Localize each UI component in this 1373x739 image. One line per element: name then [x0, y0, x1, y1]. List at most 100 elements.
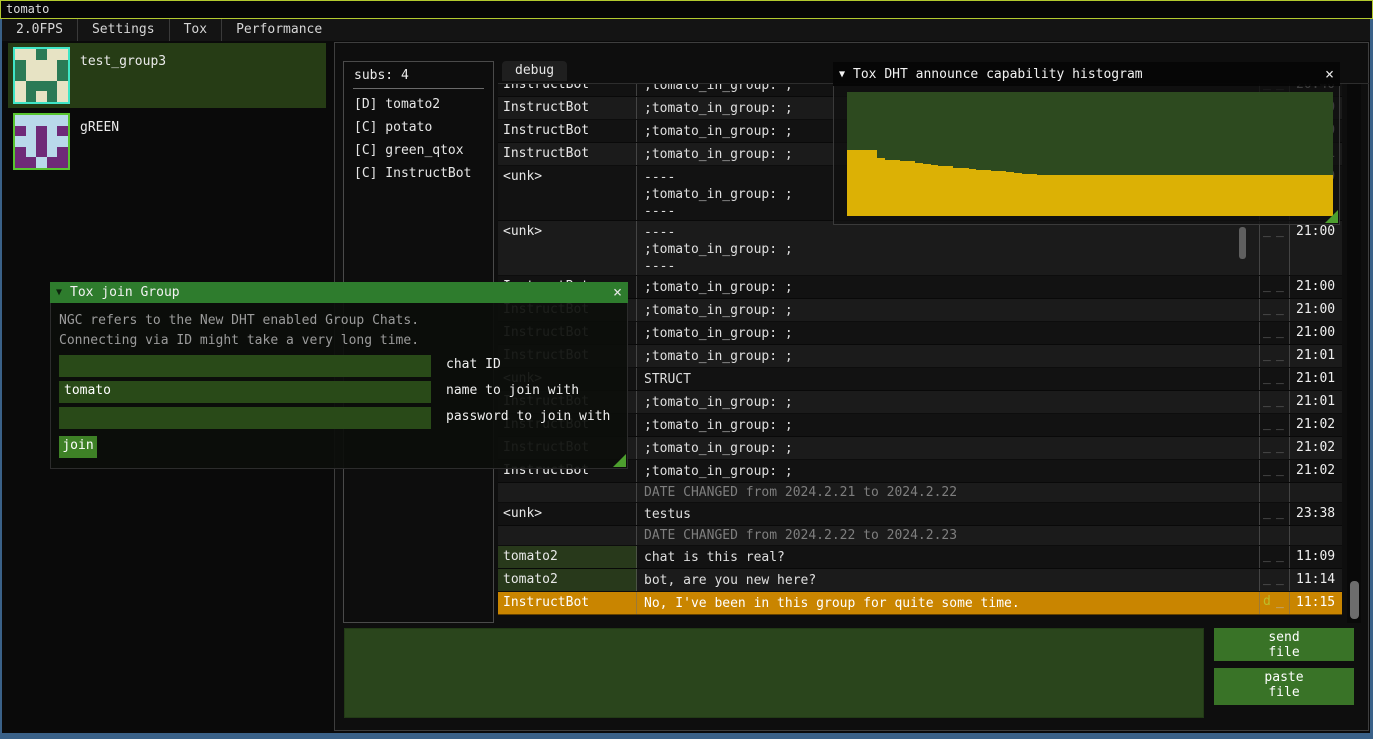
message-flag: _: [1263, 548, 1276, 563]
resize-grip-icon[interactable]: [613, 454, 626, 467]
message-flag: _: [1263, 571, 1276, 586]
histogram-bar: [991, 171, 999, 216]
chat-message-row[interactable]: <unk>----;tomato_in_group: ;----__21:00: [498, 221, 1342, 276]
chat-scrollbar-track[interactable]: [1347, 84, 1361, 623]
date-changed-row: DATE CHANGED from 2024.2.21 to 2024.2.22: [498, 483, 1342, 503]
message-input[interactable]: [344, 628, 1204, 718]
message-flag: _: [1276, 571, 1289, 586]
chat-id-input[interactable]: [59, 355, 431, 377]
member-item-instructbot[interactable]: [C] InstructBot: [344, 162, 493, 185]
message-line: ;tomato_in_group: ;: [644, 463, 1258, 480]
message-name-cell: [498, 483, 637, 502]
message-line: testus: [644, 506, 1258, 523]
menu-item-tox[interactable]: Tox: [170, 19, 221, 41]
close-icon[interactable]: ×: [1325, 67, 1334, 82]
group-avatar: [13, 47, 70, 104]
menu-bar: 2.0FPSSettingsToxPerformance: [2, 19, 1370, 41]
member-item-potato[interactable]: [C] potato: [344, 116, 493, 139]
histogram-bar: [1037, 175, 1045, 216]
message-flags-cell: __: [1259, 276, 1290, 298]
group-item-test_group3[interactable]: test_group3: [8, 43, 326, 108]
message-flag: _: [1276, 393, 1289, 408]
chat-scrollbar-grab[interactable]: [1350, 581, 1359, 619]
message-flag: _: [1263, 462, 1276, 477]
histogram-bar: [1181, 175, 1189, 216]
histogram-bar: [915, 163, 923, 216]
message-cell-scrollbar[interactable]: [1239, 227, 1246, 259]
resize-grip-icon[interactable]: [1325, 210, 1338, 223]
histogram-bar: [1189, 175, 1197, 216]
histogram-bar: [1143, 175, 1151, 216]
message-flag: _: [1263, 393, 1276, 408]
chat-message-row[interactable]: <unk>testus__23:38: [498, 503, 1342, 526]
message-line: ;tomato_in_group: ;: [644, 279, 1258, 296]
message-time-cell: 23:38: [1291, 503, 1342, 525]
message-flag: _: [1263, 347, 1276, 362]
dht-histogram-titlebar[interactable]: ▼ Tox DHT announce capability histogram …: [833, 62, 1340, 86]
histogram-bar: [1052, 175, 1060, 216]
os-titlebar[interactable]: tomato: [0, 0, 1373, 19]
collapse-arrow-icon[interactable]: ▼: [839, 69, 845, 80]
join-button[interactable]: join: [59, 436, 97, 458]
histogram-bar: [862, 150, 870, 216]
histogram-bar: [870, 150, 878, 216]
histogram-bar: [1227, 175, 1235, 216]
message-line: ----: [644, 224, 1258, 241]
join-name-input[interactable]: tomato: [59, 381, 431, 403]
message-flags-cell: __: [1259, 460, 1290, 482]
tab-debug[interactable]: debug: [502, 61, 567, 81]
message-time-cell: 21:00: [1291, 276, 1342, 298]
send-file-button[interactable]: send file: [1214, 628, 1354, 661]
histogram-bar: [1242, 175, 1250, 216]
histogram-bar: [1257, 175, 1265, 216]
message-flags-cell: __: [1259, 368, 1290, 390]
message-flag: d: [1263, 594, 1276, 609]
message-time-cell: 21:01: [1291, 391, 1342, 413]
histogram-bar: [1310, 175, 1318, 216]
menu-item-settings[interactable]: Settings: [78, 19, 169, 41]
menu-item-performance[interactable]: Performance: [222, 19, 336, 41]
message-line: ;tomato_in_group: ;: [644, 394, 1258, 411]
message-flag: _: [1263, 416, 1276, 431]
members-list: [D] tomato2[C] potato[C] green_qtox[C] I…: [344, 93, 493, 185]
message-flag: _: [1276, 462, 1289, 477]
histogram-bar: [976, 170, 984, 217]
histogram-bar: [1075, 175, 1083, 216]
histogram-bar: [1067, 175, 1075, 216]
paste-file-button[interactable]: paste file: [1214, 668, 1354, 705]
histogram-bar: [1022, 174, 1030, 216]
member-item-tomato2[interactable]: [D] tomato2: [344, 93, 493, 116]
message-flag: _: [1263, 324, 1276, 339]
join-group-titlebar[interactable]: ▼ Tox join Group ×: [50, 282, 628, 303]
chat-message-row[interactable]: tomato2bot, are you new here?__11:14: [498, 569, 1342, 592]
message-text-cell: ;tomato_in_group: ;: [638, 276, 1258, 298]
chat-message-row[interactable]: tomato2chat is this real?__11:09: [498, 546, 1342, 569]
dht-histogram-title: Tox DHT announce capability histogram: [853, 67, 1143, 82]
join-group-window: ▼ Tox join Group × NGC refers to the New…: [50, 282, 628, 469]
message-line: ;tomato_in_group: ;: [644, 325, 1258, 342]
message-text-cell: ;tomato_in_group: ;: [638, 414, 1258, 436]
message-flag: _: [1263, 370, 1276, 385]
histogram-bar: [1120, 175, 1128, 216]
histogram-bar: [946, 166, 954, 216]
member-item-green_qtox[interactable]: [C] green_qtox: [344, 139, 493, 162]
message-sender-cell: tomato2: [498, 546, 637, 568]
histogram-bar: [961, 168, 969, 216]
chat-message-row[interactable]: InstructBotNo, I've been in this group f…: [498, 592, 1342, 615]
close-icon[interactable]: ×: [613, 285, 622, 300]
histogram-bar: [1098, 175, 1106, 216]
histogram-bar: [1295, 175, 1303, 216]
message-flags-cell: __: [1259, 414, 1290, 436]
message-sender-cell: InstructBot: [498, 592, 637, 614]
histogram-bar: [1196, 175, 1204, 216]
message-line: ;tomato_in_group: ;: [644, 440, 1258, 457]
message-flags-cell: d_: [1259, 592, 1290, 614]
histogram-bar: [1166, 175, 1174, 216]
menu-item-2-0fps[interactable]: 2.0FPS: [2, 19, 77, 41]
message-text-cell: No, I've been in this group for quite so…: [638, 592, 1258, 614]
join-password-input[interactable]: [59, 407, 431, 429]
dht-histogram-window: ▼ Tox DHT announce capability histogram …: [833, 62, 1340, 225]
collapse-arrow-icon[interactable]: ▼: [56, 287, 62, 298]
group-item-green[interactable]: gREEN: [8, 109, 326, 174]
message-flag: _: [1276, 370, 1289, 385]
